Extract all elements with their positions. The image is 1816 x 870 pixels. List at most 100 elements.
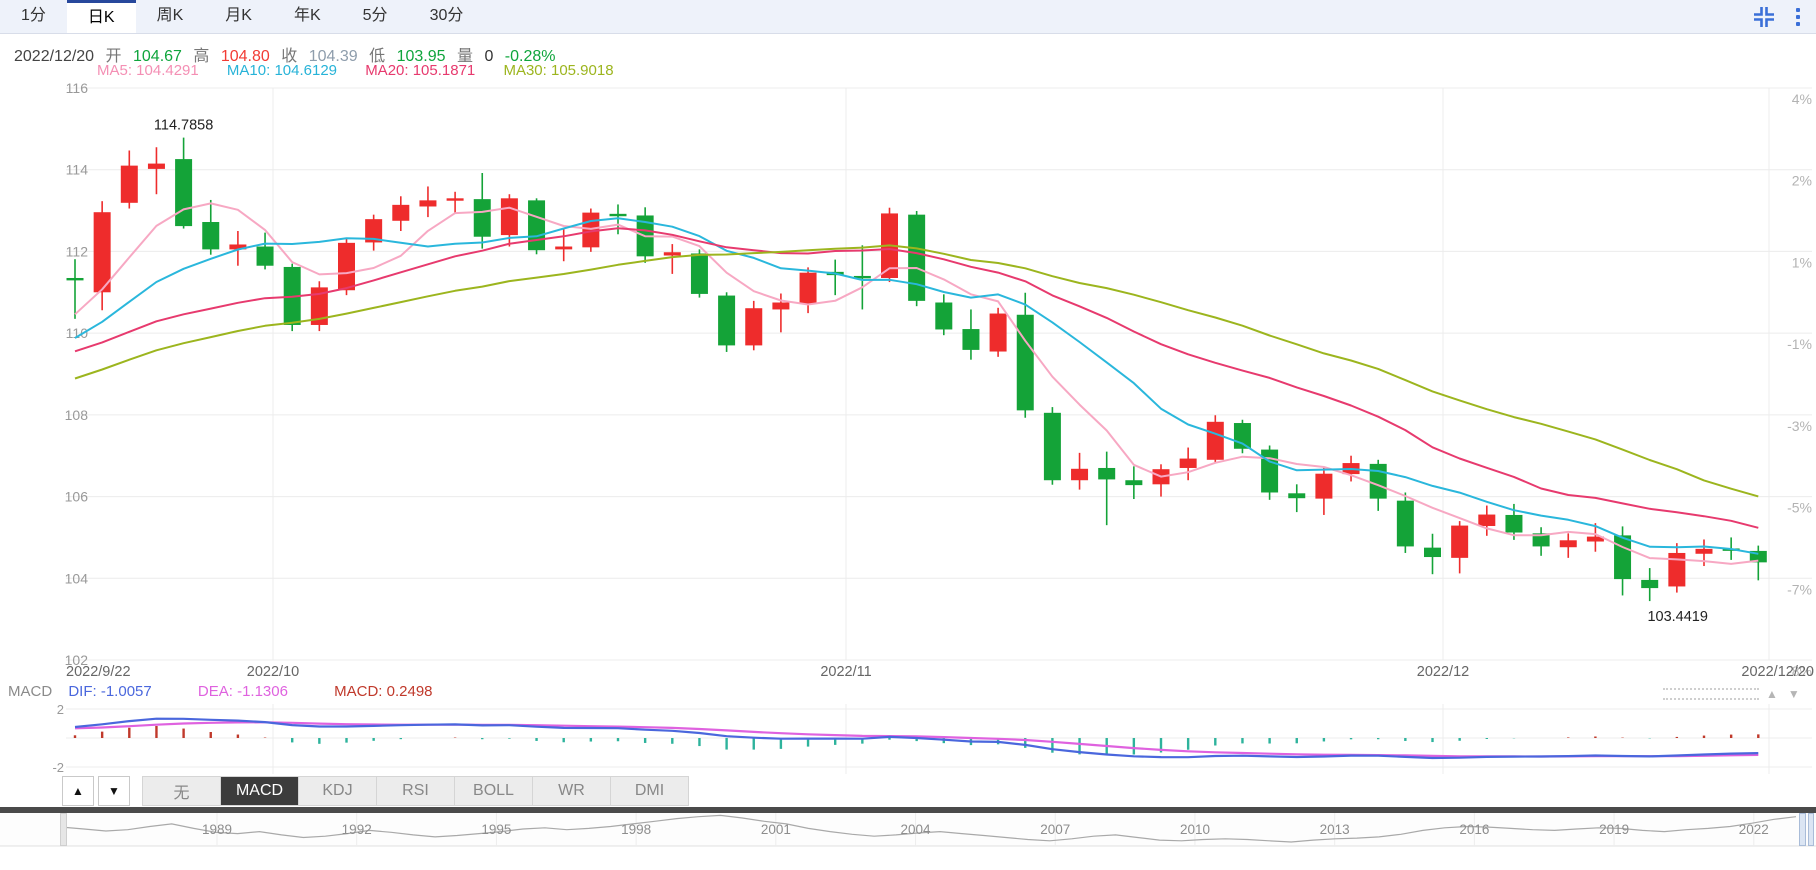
timeline-year-label: 2019 [1599,822,1629,837]
timeline-year-label: 2022 [1739,822,1769,837]
candle[interactable] [1478,515,1495,526]
candle[interactable] [555,247,572,250]
macd-pane: 2 -2 [52,702,1812,775]
tab-wr[interactable]: WR [533,777,611,805]
candle[interactable] [1288,493,1305,498]
candle[interactable] [1044,413,1061,480]
timeline-year-label: 1992 [342,822,372,837]
timeline-left-handle[interactable] [60,813,67,846]
candle[interactable] [1098,468,1115,479]
price-axis-label: 114 [66,162,89,178]
candle[interactable] [148,164,165,169]
timeline-year-label: 2010 [1180,822,1210,837]
candle[interactable] [718,296,735,346]
timeline-year-label: 2013 [1320,822,1350,837]
low-annotation: 103.4419 [1647,609,1707,625]
candle[interactable] [990,314,1007,352]
candle[interactable] [691,253,708,293]
candle[interactable] [1397,501,1414,547]
candle[interactable] [1234,423,1251,449]
candle[interactable] [447,198,464,200]
candle[interactable] [1125,480,1142,485]
percent-axis-label: -1% [1787,336,1812,352]
indicator-tab-row: ▲ ▼ 无 MACD KDJ RSI BOLL WR DMI [62,776,689,806]
candles [67,138,1767,601]
date-axis-label: 2022/12/20 [1741,664,1814,680]
candle[interactable] [257,247,274,266]
candle[interactable] [1668,553,1685,587]
candle[interactable] [908,215,925,301]
candle[interactable] [94,212,111,292]
candle[interactable] [392,205,409,221]
history-timeline[interactable]: 1989199219951998200120042007201020132016… [0,813,1816,846]
timeline-year-label: 1995 [481,822,511,837]
percent-axis-label: -5% [1787,500,1812,516]
candle[interactable] [664,252,681,255]
candle[interactable] [1261,450,1278,493]
pane-collapse-controls[interactable]: ▲▼ [1766,687,1810,701]
candle[interactable] [1696,549,1713,554]
timeline-year-label: 2001 [761,822,791,837]
candle[interactable] [935,303,952,330]
candle[interactable] [528,200,545,250]
tab-none[interactable]: 无 [143,777,221,805]
candle[interactable] [501,198,518,235]
candle[interactable] [1505,515,1522,533]
candle[interactable] [1614,535,1631,579]
indicator-scroll-down-button[interactable]: ▼ [98,776,130,806]
price-axis-label: 106 [65,489,89,505]
candle[interactable] [1180,459,1197,468]
macd-title: MACD [8,683,52,700]
candle[interactable] [962,329,979,350]
tab-macd[interactable]: MACD [221,777,299,805]
candle[interactable] [338,243,355,290]
macd-axis-label: 2 [57,702,64,717]
candle[interactable] [1207,422,1224,460]
timeline-scrollbar-handle[interactable] [1799,813,1814,846]
candle[interactable] [1641,580,1658,588]
candle[interactable] [772,303,789,310]
percent-axis-label: 4% [1792,91,1812,107]
tab-kdj[interactable]: KDJ [299,777,377,805]
timeline-divider-bar[interactable] [0,807,1816,813]
macd-readout: MACD DIF: -1.0057 DEA: -1.1306 MACD: 0.2… [8,683,433,700]
price-axis-label: 108 [65,407,89,423]
candle[interactable] [121,166,138,203]
timeline-year-label: 1998 [621,822,651,837]
indicator-scroll-up-button[interactable]: ▲ [62,776,94,806]
candle[interactable] [1017,315,1034,411]
candle[interactable] [67,278,84,280]
candle[interactable] [745,308,762,345]
tab-boll[interactable]: BOLL [455,777,533,805]
timeline-year-label: 1989 [202,822,232,837]
percent-axis-label: 2% [1792,173,1812,189]
candle[interactable] [1370,464,1387,499]
date-axis-label: 2022/11 [820,664,871,680]
candle[interactable] [610,214,627,216]
date-axis-label: 2022/10 [247,664,299,680]
candle[interactable] [202,222,219,249]
candle[interactable] [1315,474,1332,499]
timeline-year-label: 2004 [901,822,932,837]
dea-value: DEA: -1.1306 [198,683,288,700]
candlestick-chart[interactable]: 1164%1142%1121%110-1%108-3%106-5%104-7%1… [0,0,1816,870]
pane-resize-handle[interactable] [1663,688,1759,700]
candle[interactable] [1451,526,1468,558]
candle[interactable] [474,199,491,237]
candle[interactable] [419,200,436,206]
candle[interactable] [175,159,192,226]
trading-app: { "toolbar": { "tabs": [ {"label": "1分",… [0,0,1816,870]
candle[interactable] [1071,469,1088,480]
price-axis-label: 104 [65,570,89,586]
macd-axis-label: -2 [52,760,64,775]
percent-axis-label: -3% [1787,418,1812,434]
tab-rsi[interactable]: RSI [377,777,455,805]
candle[interactable] [800,273,817,304]
candle[interactable] [1424,548,1441,557]
pane-up-triangle-icon[interactable]: ▲ [1766,687,1788,701]
pane-down-triangle-icon[interactable]: ▼ [1788,687,1810,701]
macd-value: MACD: 0.2498 [334,683,432,700]
tab-dmi[interactable]: DMI [611,777,688,805]
price-axis-label: 112 [66,243,89,259]
candle[interactable] [1560,540,1577,547]
